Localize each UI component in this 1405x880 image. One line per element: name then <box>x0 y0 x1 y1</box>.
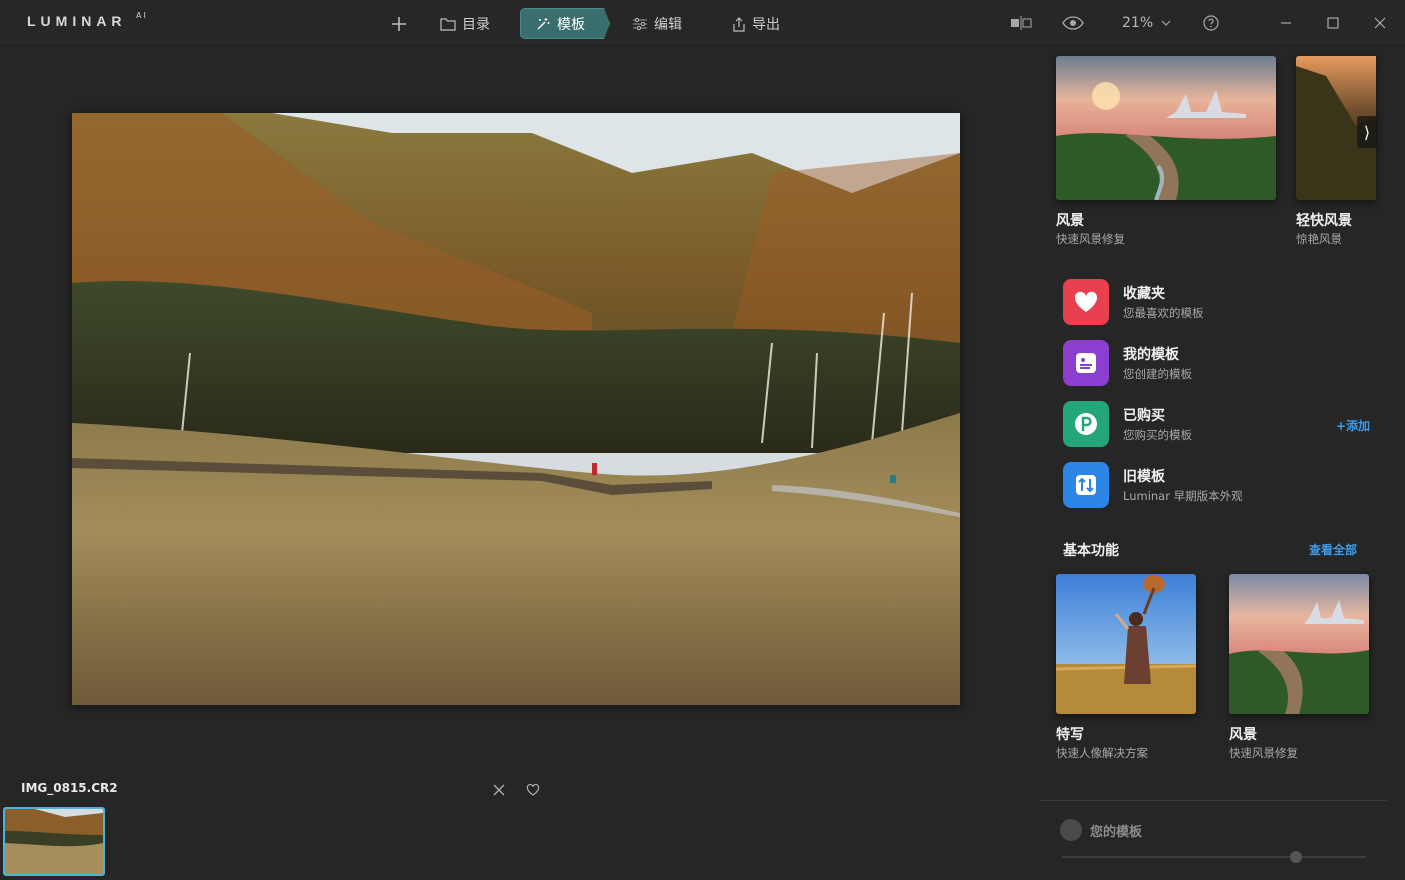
category-title: 收藏夹 <box>1123 286 1165 302</box>
featured-template-subtitle: 惊艳风景 <box>1296 232 1342 246</box>
sliders-icon <box>633 17 647 30</box>
favorite-photo-button[interactable] <box>526 782 540 801</box>
category-subtitle: 您最喜欢的模板 <box>1123 306 1204 320</box>
export-label: 导出 <box>752 16 780 33</box>
category-subtitle: 您创建的模板 <box>1123 367 1192 381</box>
category-favorites[interactable]: 收藏夹 您最喜欢的模板 <box>1063 279 1204 325</box>
filmstrip-thumbnail[interactable] <box>3 807 105 876</box>
chevron-down-icon <box>1161 20 1171 26</box>
featured-template-title: 轻快风景 <box>1296 213 1352 229</box>
compare-button[interactable] <box>1010 12 1032 34</box>
basic-template-subtitle: 快速人像解决方案 <box>1056 746 1148 760</box>
close-icon <box>1374 17 1386 29</box>
category-my-templates[interactable]: 我的模板 您创建的模板 <box>1063 340 1192 386</box>
add-purchase-link[interactable]: +添加 <box>1336 417 1370 434</box>
category-title: 旧模板 <box>1123 469 1165 485</box>
category-subtitle: Luminar 早期版本外观 <box>1123 489 1243 503</box>
catalog-tab[interactable]: 目录 <box>440 8 490 39</box>
app-logo: LUMINAR <box>27 13 127 29</box>
compare-icon <box>1011 16 1032 30</box>
category-title: 已购买 <box>1123 408 1165 424</box>
help-button[interactable] <box>1203 12 1219 34</box>
edit-label: 编辑 <box>654 16 682 33</box>
category-purchased[interactable]: 已购买 您购买的模板 <box>1063 401 1192 447</box>
featured-template-card[interactable]: 轻快风景 惊艳风景 <box>1296 56 1376 247</box>
amount-slider-handle[interactable] <box>1290 851 1303 863</box>
minimize-icon <box>1281 22 1291 24</box>
basic-template-card[interactable]: 特写 快速人像解决方案 <box>1056 574 1196 761</box>
basic-template-card[interactable]: 风景 快速风景修复 <box>1229 574 1369 761</box>
zoom-dropdown[interactable]: 21% <box>1122 12 1171 34</box>
zoom-value: 21% <box>1122 15 1154 31</box>
featured-template-title: 风景 <box>1056 213 1084 229</box>
filmstrip-filename: IMG_0815.CR2 <box>21 781 118 795</box>
share-icon <box>733 16 745 32</box>
export-tab[interactable]: 导出 <box>732 8 780 39</box>
close-icon <box>493 784 505 796</box>
magic-wand-icon <box>537 17 550 29</box>
chevron-right-icon: ⟩ <box>1363 122 1371 142</box>
basic-template-subtitle: 快速风景修复 <box>1229 746 1298 760</box>
close-window-button[interactable] <box>1374 12 1386 34</box>
user-card-icon <box>1063 340 1109 386</box>
heart-icon <box>526 783 540 796</box>
templates-label: 模板 <box>557 16 585 33</box>
maximize-icon <box>1327 17 1339 29</box>
basic-section-title: 基本功能 <box>1063 543 1119 559</box>
help-icon <box>1203 15 1219 31</box>
featured-template-card[interactable]: 风景 快速风景修复 <box>1056 56 1276 247</box>
main-photo[interactable] <box>72 113 960 705</box>
basic-template-thumbnail <box>1056 574 1196 714</box>
basic-template-thumbnail <box>1229 574 1369 714</box>
edit-tab[interactable]: 编辑 <box>632 8 682 39</box>
basic-template-title: 风景 <box>1229 727 1257 743</box>
carousel-next-button[interactable]: ⟩ <box>1357 116 1377 148</box>
plus-icon <box>392 16 406 31</box>
panel-divider <box>1040 800 1387 801</box>
templates-tab[interactable]: 模板 <box>520 8 610 39</box>
remove-photo-button[interactable] <box>492 782 506 801</box>
catalog-label: 目录 <box>462 16 490 33</box>
featured-template-subtitle: 快速风景修复 <box>1056 232 1125 246</box>
purchase-icon <box>1063 401 1109 447</box>
featured-template-thumbnail <box>1056 56 1276 200</box>
app-logo-suffix: AI <box>136 11 148 20</box>
eye-icon <box>1062 16 1084 30</box>
category-legacy-templates[interactable]: 旧模板 Luminar 早期版本外观 <box>1063 462 1243 508</box>
template-avatar <box>1060 819 1082 841</box>
swap-arrows-icon <box>1063 462 1109 508</box>
minimize-button[interactable] <box>1280 12 1292 34</box>
maximize-button[interactable] <box>1327 12 1339 34</box>
basic-template-title: 特写 <box>1056 727 1084 743</box>
your-templates-toggle[interactable]: 您的模板 <box>1060 819 1142 841</box>
top-toolbar: LUMINAR AI 目录 模板 编辑 导出 21% <box>0 0 1405 46</box>
amount-slider-track[interactable] <box>1062 856 1366 858</box>
your-templates-label: 您的模板 <box>1090 824 1143 840</box>
category-subtitle: 您购买的模板 <box>1123 428 1192 442</box>
view-all-link[interactable]: 查看全部 <box>1309 541 1357 558</box>
add-photos-button[interactable] <box>388 8 410 39</box>
folder-icon <box>440 17 456 31</box>
heart-icon <box>1063 279 1109 325</box>
preview-button[interactable] <box>1062 12 1084 34</box>
category-title: 我的模板 <box>1123 347 1179 363</box>
